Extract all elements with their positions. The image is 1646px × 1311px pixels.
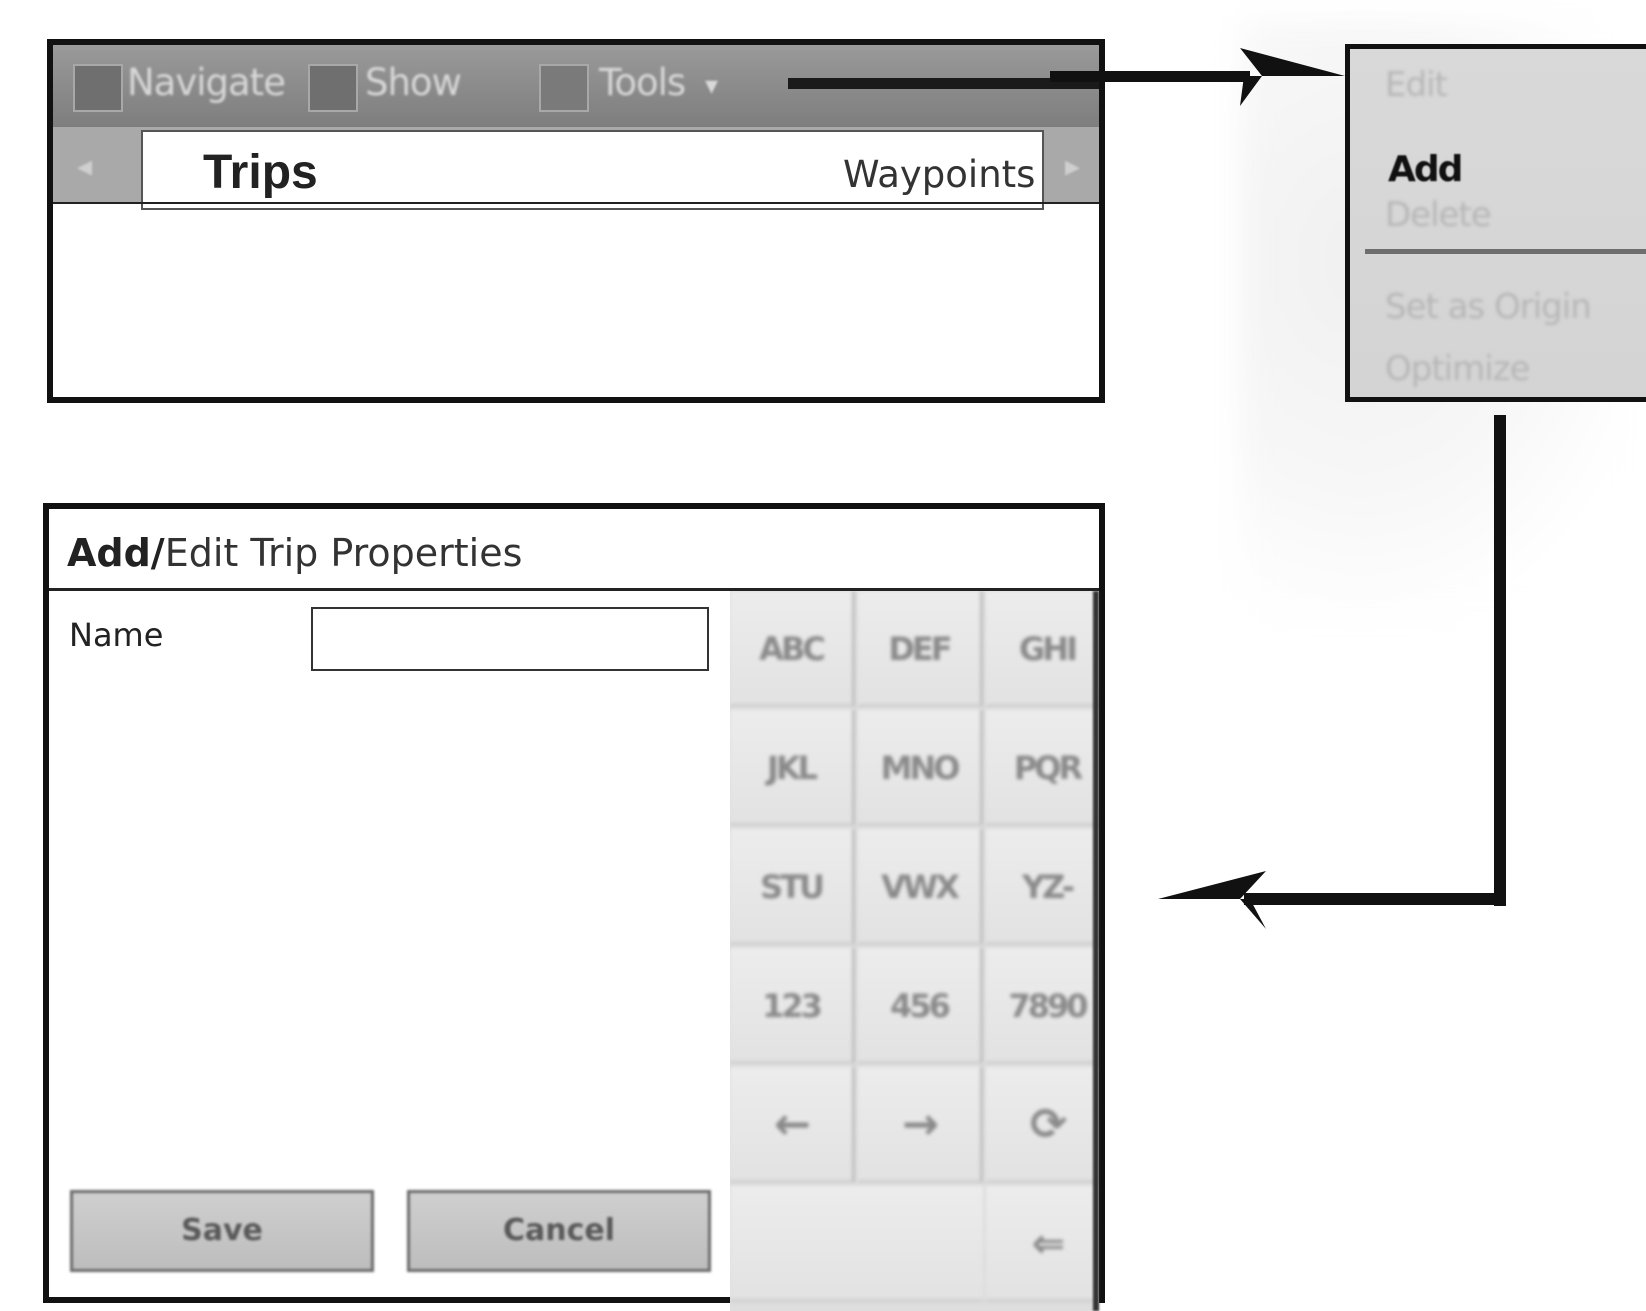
arrow-left-icon[interactable]: ←: [730, 1067, 855, 1183]
key-123[interactable]: 123: [730, 948, 855, 1064]
key-def[interactable]: DEF: [858, 591, 983, 707]
space-key[interactable]: [730, 1186, 983, 1302]
arrow-to-menu: [1050, 48, 1345, 106]
cycle-case-icon[interactable]: ⟳: [986, 1067, 1099, 1183]
key-vwx[interactable]: VWX: [858, 829, 983, 945]
key-7890[interactable]: 7890: [986, 948, 1099, 1064]
backspace-icon[interactable]: ⇐: [986, 1186, 1099, 1302]
arrow-right-icon[interactable]: →: [858, 1067, 983, 1183]
dialog-title: Add/Edit Trip Properties: [67, 531, 522, 575]
dialog-title-add: Add/: [67, 531, 165, 575]
dialog-title-rest: Edit Trip Properties: [164, 531, 523, 575]
name-label: Name: [69, 616, 164, 654]
on-screen-keypad: ABC DEF GHI JKL MNO PQR STU VWX YZ- 123 …: [730, 591, 1099, 1311]
key-ghi[interactable]: GHI: [986, 591, 1099, 707]
keypad-edge: [1093, 591, 1099, 1311]
key-pqr[interactable]: PQR: [986, 710, 1099, 826]
key-456[interactable]: 456: [858, 948, 983, 1064]
key-yz[interactable]: YZ-: [986, 829, 1099, 945]
key-mno[interactable]: MNO: [858, 710, 983, 826]
name-input[interactable]: [311, 607, 709, 671]
key-stu[interactable]: STU: [730, 829, 855, 945]
key-jkl[interactable]: JKL: [730, 710, 855, 826]
key-abc[interactable]: ABC: [730, 591, 855, 707]
arrow-to-dialog: [1158, 415, 1506, 929]
cancel-button[interactable]: Cancel: [407, 1190, 711, 1272]
save-button[interactable]: Save: [70, 1190, 374, 1272]
add-edit-trip-dialog: Add/Edit Trip Properties Name Save Cance…: [43, 503, 1105, 1311]
